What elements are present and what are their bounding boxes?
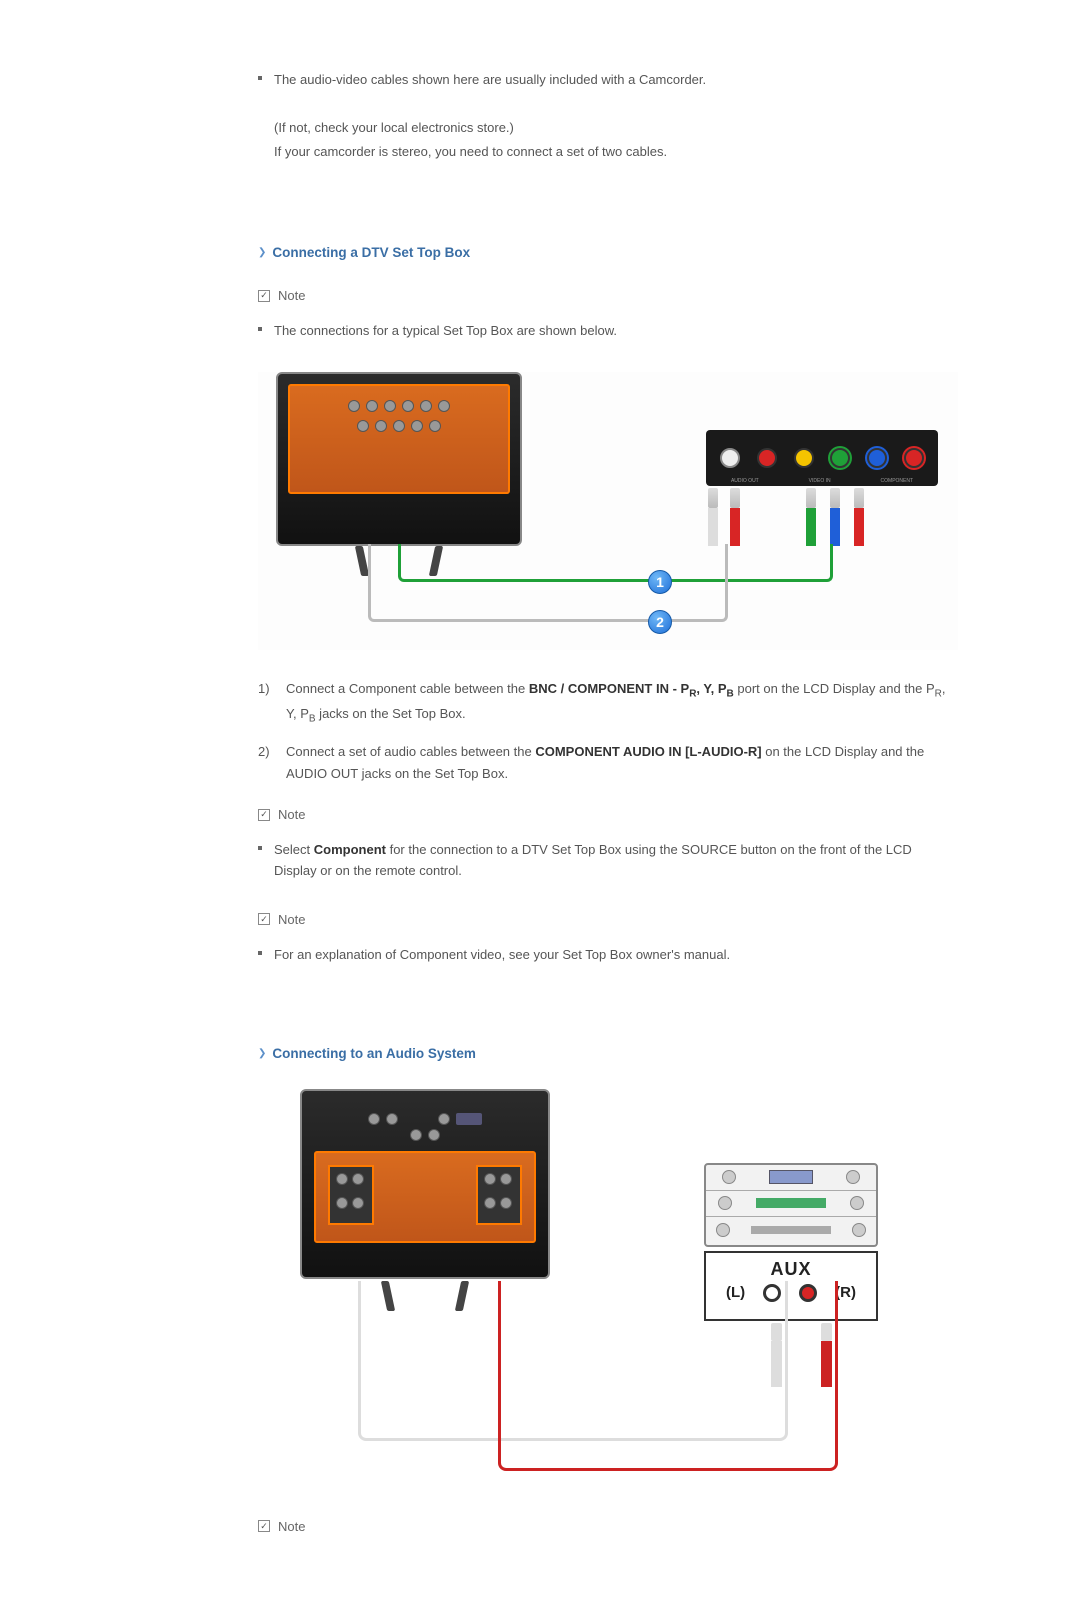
chevron-icon: ❯ [258, 1048, 266, 1059]
diagram-badge-2: 2 [648, 610, 672, 634]
jack-component-y [830, 448, 850, 468]
jack-audio-l [720, 448, 740, 468]
label-component: COMPONENT [881, 478, 914, 484]
cable-blue [830, 488, 840, 546]
cable-red [730, 488, 740, 546]
jack-video [794, 448, 814, 468]
section1-bullet-3-text: For an explanation of Component video, s… [274, 945, 730, 966]
panel-labels: AUDIO OUT VIDEO IN COMPONENT [706, 478, 938, 484]
note-label-4: Note [278, 1519, 305, 1534]
section-title-dtv: Connecting a DTV Set Top Box [272, 245, 470, 260]
note-label-2: Note [278, 807, 305, 822]
step1-bold: BNC / COMPONENT IN - P [529, 681, 689, 696]
bullet-icon [258, 846, 262, 850]
tv-port-panel-2 [314, 1151, 536, 1243]
section-header-dtv: ❯ Connecting a DTV Set Top Box [258, 245, 958, 260]
jack-audio-r [757, 448, 777, 468]
intro-bullet-text: The audio-video cables shown here are us… [274, 70, 706, 91]
bullet-icon [258, 951, 262, 955]
section-header-audio: ❯ Connecting to an Audio System [258, 1046, 958, 1061]
step-1-num: 1) [258, 678, 286, 727]
step1-post: port on the LCD Display and the P [734, 681, 935, 696]
step-2-num: 2) [258, 741, 286, 785]
jack-component-pr [904, 448, 924, 468]
step-1: 1) Connect a Component cable between the… [258, 678, 958, 727]
note-label-1: Note [278, 288, 305, 303]
note-row-3: ✓ Note [258, 912, 958, 927]
b2-bold: Component [314, 842, 386, 857]
step2-bold: COMPONENT AUDIO IN [L-AUDIO-R] [535, 744, 761, 759]
section1-bullet-3: For an explanation of Component video, s… [258, 945, 958, 966]
step1-sub-b2: B [309, 713, 316, 724]
cable-white [708, 488, 718, 546]
diagram-dtv: AUDIO OUT VIDEO IN COMPONENT 1 2 [258, 372, 958, 650]
tv-back-illustration [276, 372, 522, 546]
step1-mid: , Y, P [696, 681, 726, 696]
step1-sub-r2: R [935, 689, 942, 700]
intro-line-1: (If not, check your local electronics st… [274, 116, 958, 141]
port-row-1 [348, 400, 450, 412]
cable-red-2 [854, 488, 864, 546]
note-row-1: ✓ Note [258, 288, 958, 303]
check-icon: ✓ [258, 290, 270, 302]
settop-back-panel: AUDIO OUT VIDEO IN COMPONENT [706, 430, 938, 486]
step-2: 2) Connect a set of audio cables between… [258, 741, 958, 785]
step-1-text: Connect a Component cable between the BN… [286, 678, 958, 727]
chevron-icon: ❯ [258, 247, 266, 258]
jack-component-pb [867, 448, 887, 468]
step1-pre: Connect a Component cable between the [286, 681, 529, 696]
note-label-3: Note [278, 912, 305, 927]
section1-bullet-1-text: The connections for a typical Set Top Bo… [274, 321, 617, 342]
bullet-icon [258, 327, 262, 331]
tv-port-panel [288, 384, 510, 494]
tv-back-illustration-2 [300, 1089, 550, 1279]
section-title-audio: Connecting to an Audio System [272, 1046, 476, 1061]
intro-bullet-item: The audio-video cables shown here are us… [258, 70, 958, 91]
step-2-text: Connect a set of audio cables between th… [286, 741, 958, 785]
note-row-4: ✓ Note [258, 1519, 958, 1534]
section1-bullet-1: The connections for a typical Set Top Bo… [258, 321, 958, 342]
bullet-icon [258, 76, 262, 80]
section1-bullet-2-text: Select Component for the connection to a… [274, 840, 958, 882]
cable-path-red [498, 1281, 838, 1471]
intro-line-2: If your camcorder is stereo, you need to… [274, 140, 958, 165]
intro-indent-block: (If not, check your local electronics st… [274, 116, 958, 165]
cable-green [806, 488, 816, 546]
note-row-2: ✓ Note [258, 807, 958, 822]
section1-bullet-2: Select Component for the connection to a… [258, 840, 958, 882]
check-icon: ✓ [258, 1520, 270, 1532]
diagram-badge-1: 1 [648, 570, 672, 594]
step1-sub-b: B [727, 689, 734, 700]
label-audio-out: AUDIO OUT [731, 478, 759, 484]
stereo-system-illustration [704, 1163, 878, 1247]
check-icon: ✓ [258, 913, 270, 925]
port-row-2 [357, 420, 441, 432]
step1-end: jacks on the Set Top Box. [316, 706, 466, 721]
aux-r-label: (R) [835, 1284, 856, 1301]
diagram-audio: AUX (L) (R) [258, 1089, 958, 1489]
cable-path-2 [368, 544, 728, 622]
b2-pre: Select [274, 842, 314, 857]
aux-label: AUX [706, 1259, 876, 1280]
check-icon: ✓ [258, 809, 270, 821]
label-video-in: VIDEO IN [809, 478, 831, 484]
step2-pre: Connect a set of audio cables between th… [286, 744, 535, 759]
